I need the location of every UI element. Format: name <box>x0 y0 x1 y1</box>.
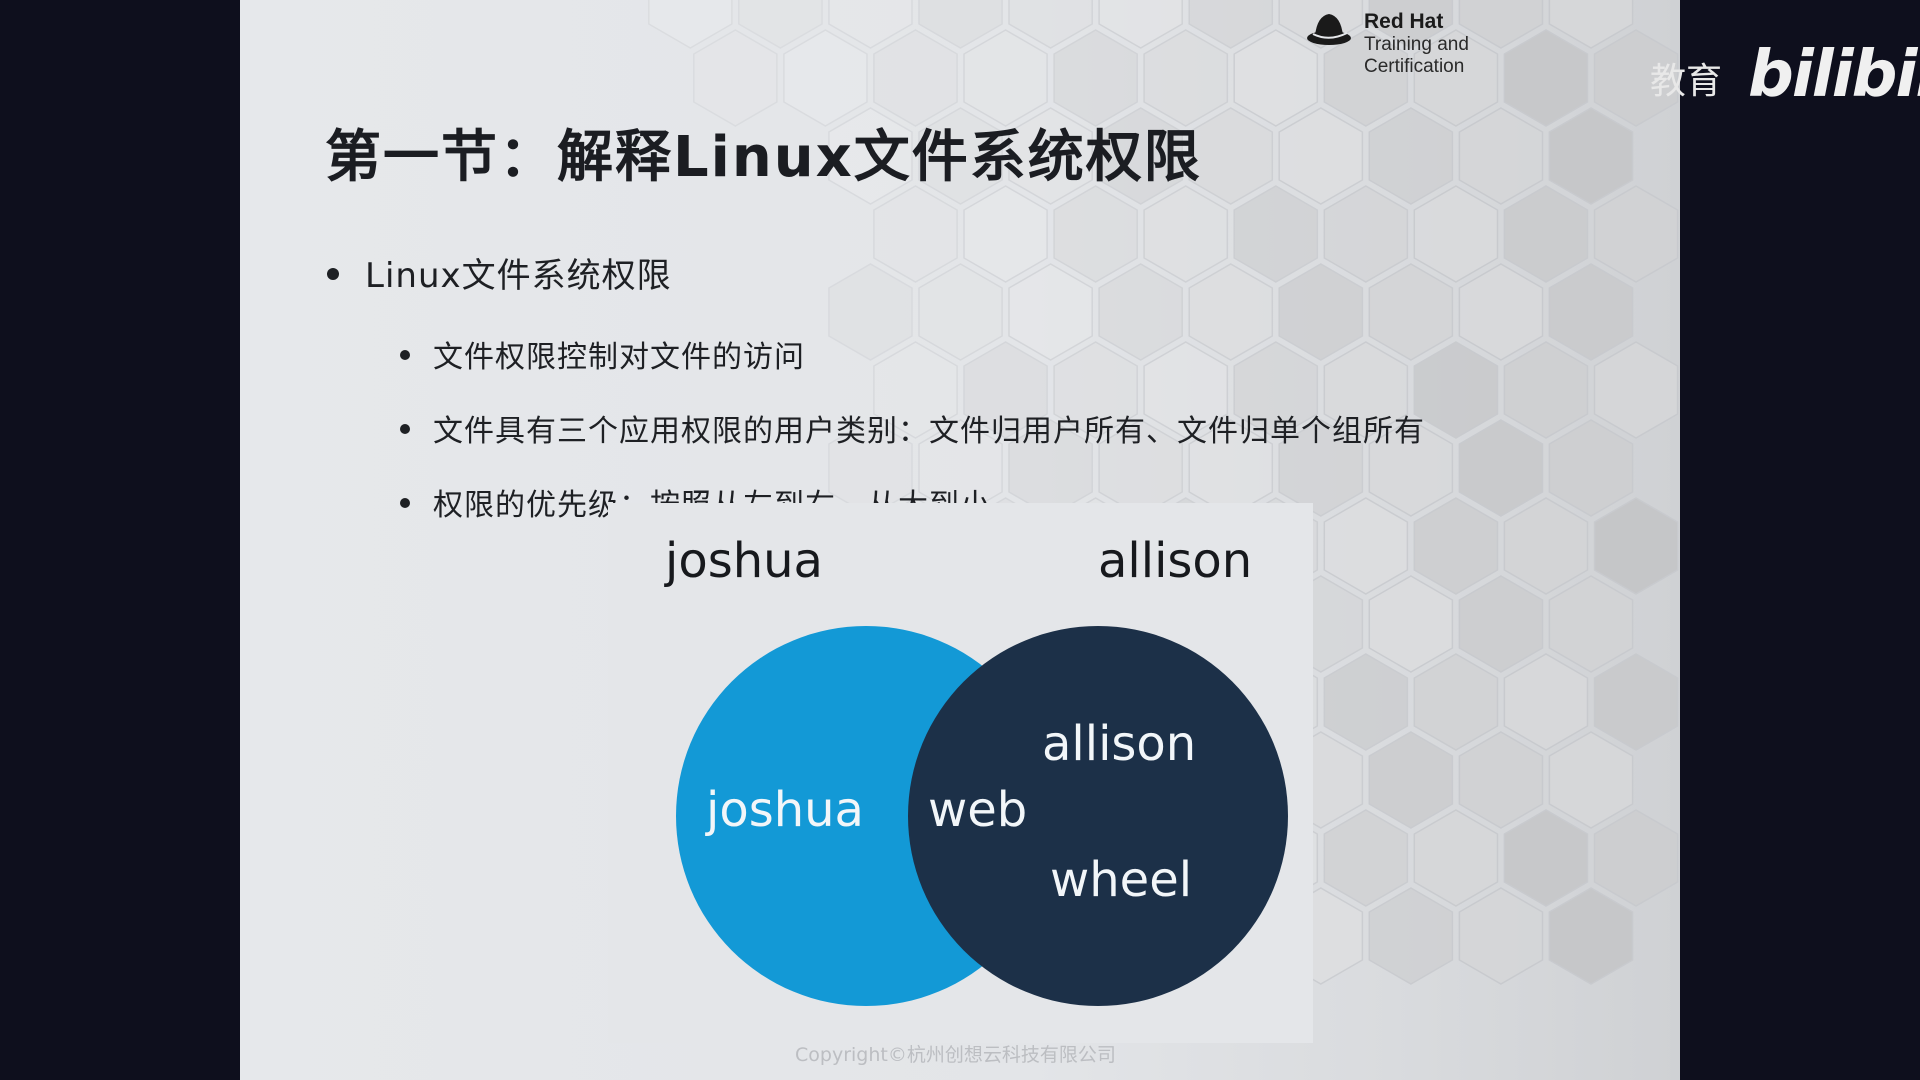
hexagon-tile <box>1458 731 1544 829</box>
hexagon-tile <box>1278 107 1364 205</box>
hexagon-tile <box>1593 185 1679 283</box>
hexagon-tile <box>1548 575 1634 673</box>
hexagon-tile <box>1413 185 1499 283</box>
hexagon-tile <box>1368 887 1454 985</box>
hexagon-tile <box>1593 341 1679 439</box>
hexagon-tile <box>1368 107 1454 205</box>
hexagon-tile <box>1458 263 1544 361</box>
hexagon-tile <box>1548 419 1634 517</box>
watermark-text: 教育 <box>1650 61 1723 102</box>
venn-overlap-label: web <box>928 782 1027 838</box>
hexagon-tile <box>1458 107 1544 205</box>
sub-bullet-2: 文件具有三个应用权限的用户类别：文件归用户所有、文件归单个组所有 <box>398 406 1425 450</box>
hexagon-tile <box>1413 341 1499 439</box>
redhat-logo: Red Hat Training and Certification <box>1305 8 1505 83</box>
hexagon-tile <box>1548 263 1634 361</box>
hexagon-tile <box>1503 341 1589 439</box>
hexagon-tile <box>1503 653 1589 751</box>
hexagon-tile <box>1593 653 1679 751</box>
copyright-footer: Copyright©杭州创想云科技有限公司 <box>795 1044 1116 1066</box>
brand-name: Red Hat <box>1364 10 1444 33</box>
hexagon-tile <box>1503 185 1589 283</box>
venn-diagram: joshua allison joshua web allison wheel <box>608 503 1313 1043</box>
venn-right-group-1-label: allison <box>1042 716 1196 772</box>
hexagon-tile <box>1323 809 1409 907</box>
hexagon-tile <box>1548 731 1634 829</box>
venn-left-circle-label: joshua <box>705 782 864 838</box>
bullet-main: Linux文件系统权限 <box>325 248 1425 297</box>
bilibili-logo: bilibili <box>1748 38 1920 112</box>
hexagon-tile <box>1458 575 1544 673</box>
hexagon-tile <box>1368 731 1454 829</box>
redhat-fedora-icon <box>1307 14 1351 45</box>
slide: Red Hat Training and Certification 第一节：解… <box>240 0 1680 1080</box>
hexagon-tile <box>1548 887 1634 985</box>
hexagon-tile <box>1503 497 1589 595</box>
hexagon-tile <box>1368 575 1454 673</box>
hexagon-tile <box>1503 29 1589 127</box>
venn-right-group-2-label: wheel <box>1050 852 1192 908</box>
bullet-list: Linux文件系统权限 文件权限控制对文件的访问 文件具有三个应用权限的用户类别… <box>325 248 1425 524</box>
hexagon-tile <box>1413 809 1499 907</box>
hexagon-tile <box>1548 107 1634 205</box>
hexagon-tile <box>1458 887 1544 985</box>
hexagon-tile <box>1593 497 1679 595</box>
slide-title: 第一节：解释Linux文件系统权限 <box>325 125 1202 190</box>
hexagon-tile <box>1458 419 1544 517</box>
sub-bullet-1: 文件权限控制对文件的访问 <box>398 332 1425 376</box>
hexagon-tile <box>1503 809 1589 907</box>
hexagon-tile <box>1323 653 1409 751</box>
brand-subtitle: Training and Certification <box>1364 34 1469 77</box>
hexagon-tile <box>1413 653 1499 751</box>
hexagon-tile <box>1413 497 1499 595</box>
hexagon-tile <box>1593 809 1679 907</box>
